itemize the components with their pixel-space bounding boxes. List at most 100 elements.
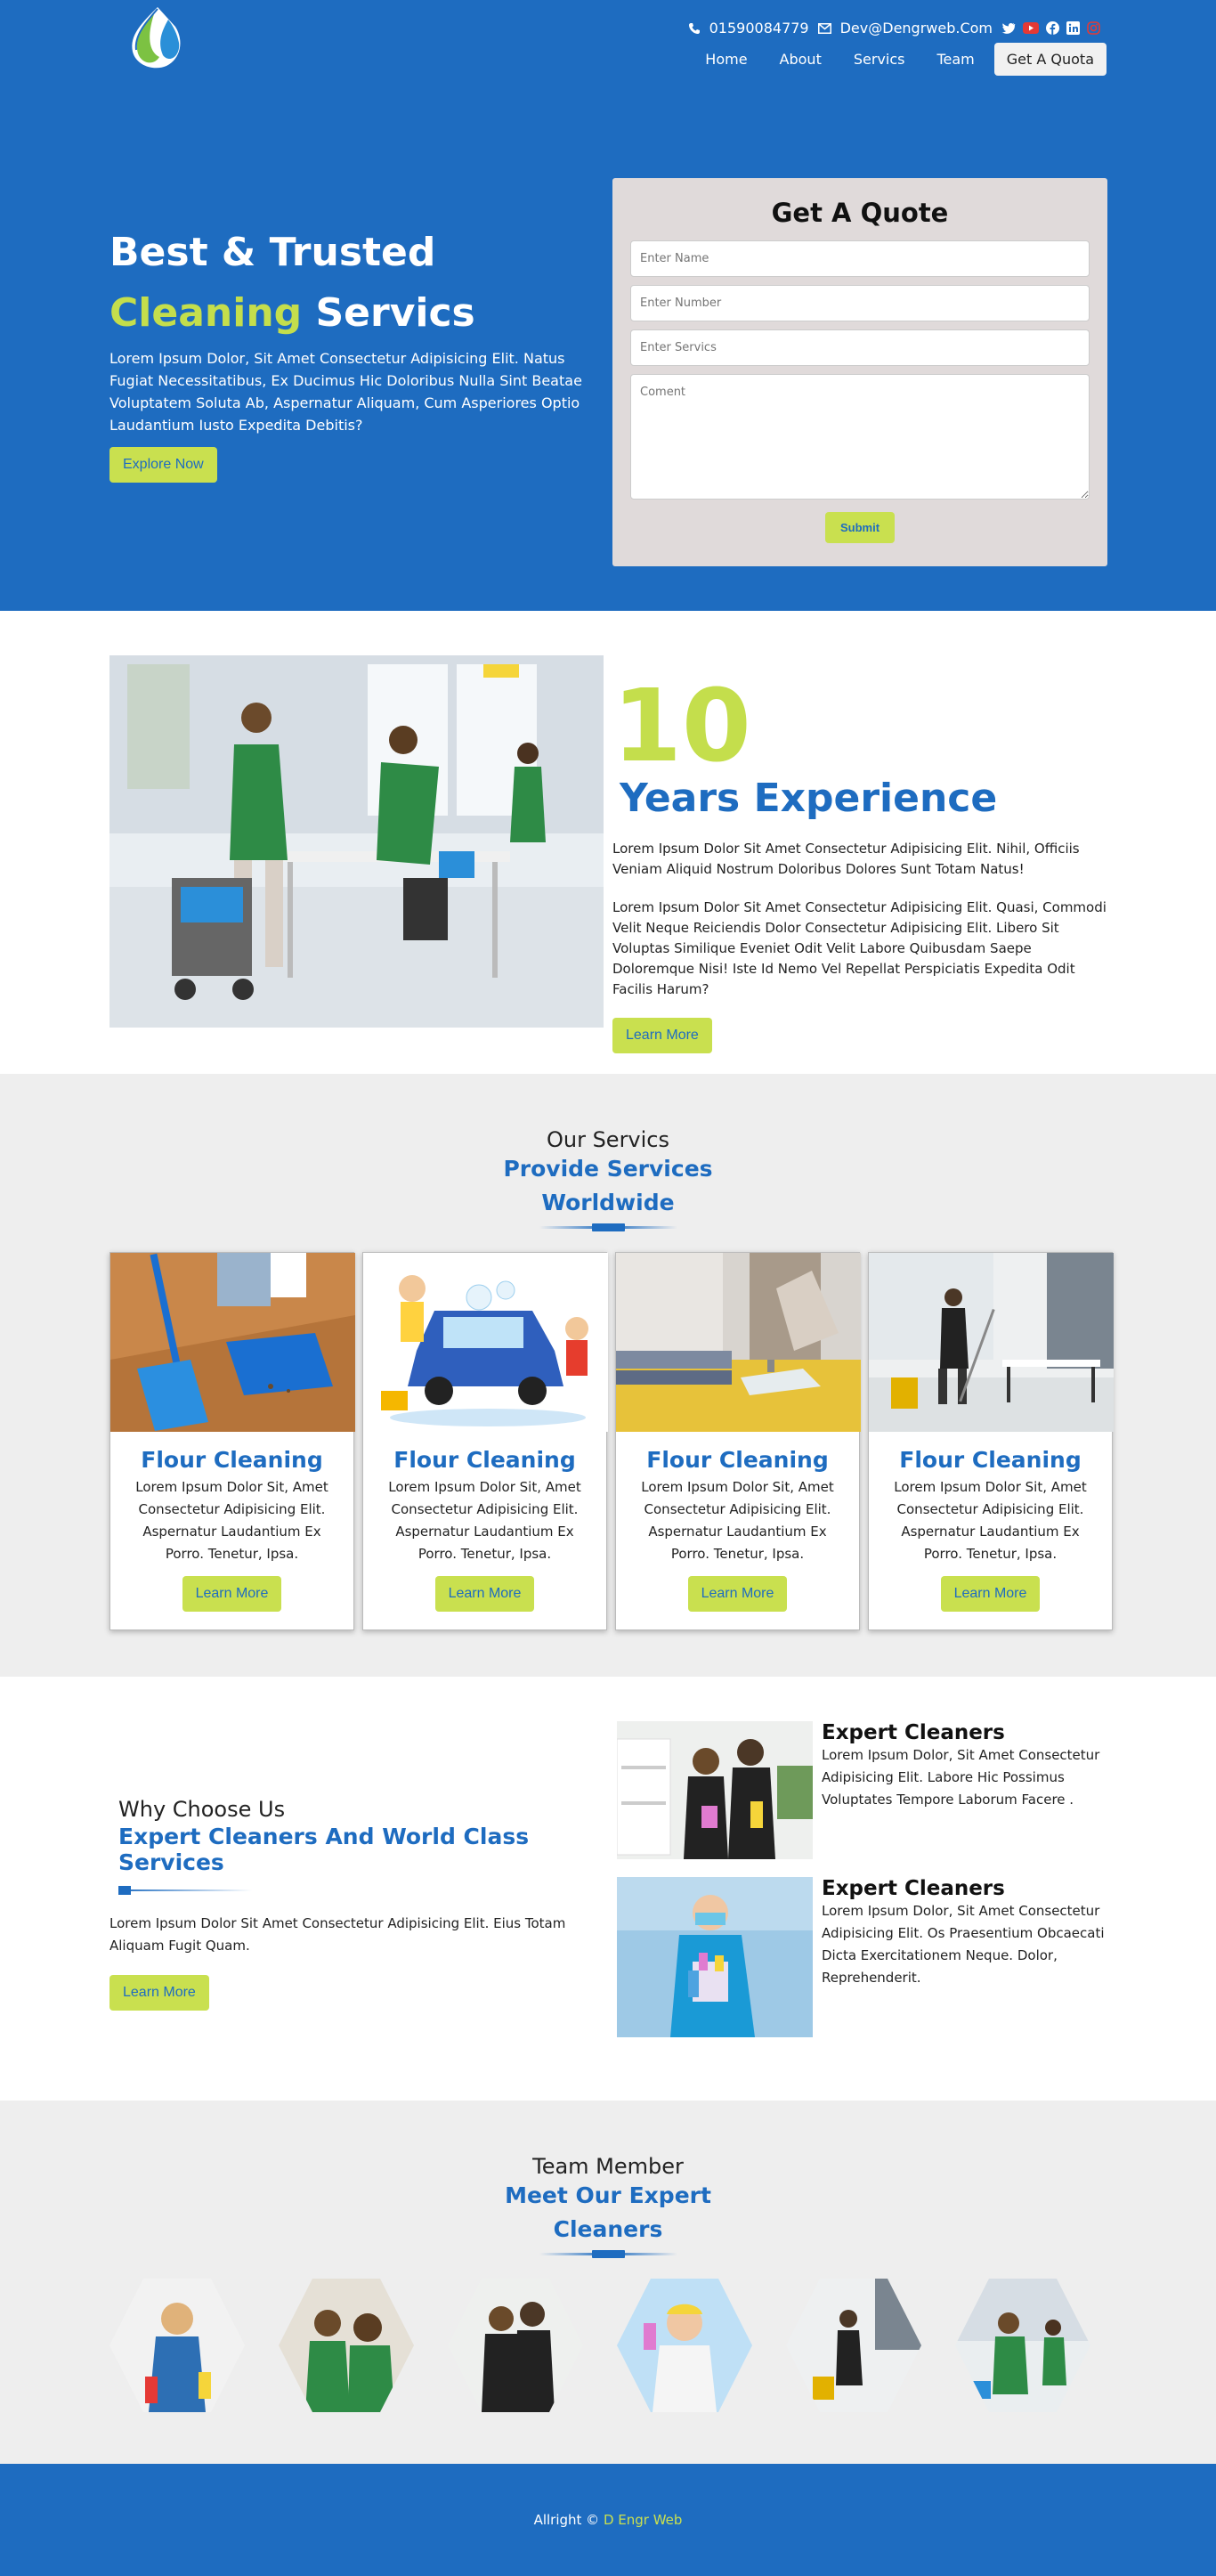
- team-member-photo[interactable]: [109, 2279, 245, 2412]
- team-title-line2: Cleaners: [553, 2216, 663, 2242]
- contact-bar: 01590084779 Dev@Dengrweb.Com: [688, 20, 1100, 37]
- ironing-photo: [616, 1253, 861, 1432]
- get-quota-button[interactable]: Get A Quota: [993, 43, 1107, 76]
- why-items: Expert Cleaners Lorem Ipsum Dolor, Sit A…: [617, 1721, 1115, 2055]
- services-title-line2: Worldwide: [541, 1190, 675, 1215]
- why-description: Lorem Ipsum Dolor Sit Amet Consectetur A…: [109, 1915, 566, 1954]
- why-text: Why Choose Us Expert Cleaners And World …: [109, 1797, 608, 2011]
- nav-team[interactable]: Team: [924, 43, 986, 76]
- mail-icon: [817, 22, 831, 34]
- team-title-line1: Meet Our Expert: [505, 2182, 711, 2208]
- services-section: Our Servics Provide Services Worldwide F…: [0, 1074, 1216, 1677]
- hero-text: Best & Trusted Cleaning Servics Lorem Ip…: [109, 223, 608, 483]
- experience-paragraph-1: Lorem Ipsum Dolor Sit Amet Consectetur A…: [612, 841, 1080, 877]
- instagram-icon[interactable]: [1087, 21, 1100, 35]
- team-member-photo[interactable]: [448, 2279, 583, 2412]
- experience-paragraph-2: Lorem Ipsum Dolor Sit Amet Consectetur A…: [612, 899, 1107, 997]
- experience-number: 10: [612, 669, 751, 784]
- service-card-text: Lorem Ipsum Dolor Sit, Amet Consectetur …: [388, 1479, 581, 1562]
- site-footer: Allright © D Engr Web: [0, 2464, 1216, 2576]
- team-member-photo[interactable]: [617, 2279, 752, 2412]
- service-learn-more-button[interactable]: Learn More: [434, 1576, 535, 1612]
- number-input[interactable]: [630, 285, 1090, 321]
- services-subtitle: Our Servics: [546, 1127, 670, 1152]
- why-item-title: Expert Cleaners: [822, 1721, 1005, 1744]
- service-card: Flour Cleaning Lorem Ipsum Dolor Sit, Am…: [615, 1252, 861, 1630]
- hero-section: Best & Trusted Cleaning Servics Lorem Ip…: [0, 89, 1216, 611]
- quote-form: Get A Quote Submit: [612, 178, 1107, 566]
- phone-number[interactable]: 01590084779: [709, 20, 809, 37]
- hero-title-line2: Cleaning Servics: [109, 283, 608, 344]
- heading-underline: [539, 2250, 677, 2258]
- why-title: Expert Cleaners And World Class Services: [118, 1824, 530, 1875]
- service-card: Flour Cleaning Lorem Ipsum Dolor Sit, Am…: [868, 1252, 1114, 1630]
- services-heading: Our Servics Provide Services Worldwide: [0, 1074, 1216, 1231]
- services-title-line1: Provide Services: [503, 1156, 713, 1182]
- nav-about[interactable]: About: [767, 43, 834, 76]
- service-card-title: Flour Cleaning: [646, 1447, 829, 1473]
- team-section: Team Member Meet Our Expert Cleaners: [0, 2101, 1216, 2464]
- why-item: Expert Cleaners Lorem Ipsum Dolor, Sit A…: [617, 1877, 1115, 2037]
- cleaner-supplies-photo: [617, 1877, 813, 2037]
- cleaning-team-photo: [109, 655, 604, 1028]
- name-input[interactable]: [630, 240, 1090, 277]
- nav-services[interactable]: Servics: [841, 43, 918, 76]
- twitter-icon[interactable]: [1001, 22, 1016, 35]
- why-item-text: Expert Cleaners Lorem Ipsum Dolor, Sit A…: [813, 1877, 1115, 2037]
- team-member-photo[interactable]: [955, 2279, 1090, 2412]
- copyright-text: Allright ©: [533, 2512, 600, 2528]
- experience-text: 10Years Experience Lorem Ipsum Dolor Sit…: [612, 669, 1111, 1053]
- why-item-title: Expert Cleaners: [822, 1877, 1005, 1900]
- quote-form-title: Get A Quote: [771, 198, 949, 228]
- hero-title-rest: Servics: [315, 290, 475, 336]
- experience-section: 10Years Experience Lorem Ipsum Dolor Sit…: [0, 611, 1216, 1074]
- service-card-text: Lorem Ipsum Dolor Sit, Amet Consectetur …: [135, 1479, 328, 1562]
- service-learn-more-button[interactable]: Learn More: [182, 1576, 282, 1612]
- team-heading: Team Member Meet Our Expert Cleaners: [0, 2101, 1216, 2258]
- why-item-description: Lorem Ipsum Dolor, Sit Amet Consectetur …: [822, 1903, 1105, 1986]
- cleaners-duo-photo: [617, 1721, 813, 1859]
- broom-sweeping-photo: [110, 1253, 355, 1432]
- experience-learn-more-button[interactable]: Learn More: [612, 1018, 712, 1053]
- team-subtitle: Team Member: [532, 2154, 684, 2179]
- why-item-text: Expert Cleaners Lorem Ipsum Dolor, Sit A…: [813, 1721, 1115, 1859]
- service-learn-more-button[interactable]: Learn More: [687, 1576, 788, 1612]
- heading-underline: [539, 1223, 677, 1231]
- email-address[interactable]: Dev@Dengrweb.Com: [840, 20, 993, 37]
- experience-label: Years Experience: [620, 776, 998, 821]
- service-card-text: Lorem Ipsum Dolor Sit, Amet Consectetur …: [894, 1479, 1087, 1562]
- facebook-icon[interactable]: [1046, 21, 1059, 35]
- service-card-title: Flour Cleaning: [141, 1447, 323, 1473]
- comment-textarea[interactable]: [630, 374, 1090, 500]
- service-card: Flour Cleaning Lorem Ipsum Dolor Sit, Am…: [109, 1252, 355, 1630]
- hero-title-highlight: Cleaning: [109, 290, 303, 336]
- why-underline: [118, 1886, 252, 1895]
- linkedin-icon[interactable]: [1066, 21, 1080, 35]
- team-member-photo[interactable]: [786, 2279, 921, 2412]
- hero-description: Lorem Ipsum Dolor, Sit Amet Consectetur …: [109, 350, 582, 434]
- social-links: [1001, 21, 1100, 35]
- service-card-title: Flour Cleaning: [393, 1447, 576, 1473]
- phone-icon: [688, 22, 701, 35]
- service-learn-more-button[interactable]: Learn More: [940, 1576, 1041, 1612]
- why-item-description: Lorem Ipsum Dolor, Sit Amet Consectetur …: [822, 1747, 1100, 1808]
- footer-brand-link[interactable]: D Engr Web: [604, 2512, 682, 2528]
- nav-home[interactable]: Home: [693, 43, 759, 76]
- youtube-icon[interactable]: [1023, 22, 1039, 34]
- team-member-photo[interactable]: [279, 2279, 414, 2412]
- why-subtitle: Why Choose Us: [118, 1797, 286, 1822]
- site-header: 01590084779 Dev@Dengrweb.Com Home About …: [0, 0, 1216, 89]
- service-input[interactable]: [630, 329, 1090, 366]
- logo-icon[interactable]: [122, 2, 193, 71]
- office-cleaning-photo: [869, 1253, 1114, 1432]
- why-learn-more-button[interactable]: Learn More: [109, 1975, 209, 2011]
- explore-now-button[interactable]: Explore Now: [109, 447, 217, 483]
- service-cards: Flour Cleaning Lorem Ipsum Dolor Sit, Am…: [109, 1252, 1114, 1630]
- submit-button[interactable]: Submit: [824, 512, 896, 543]
- main-nav: Home About Servics Team Get A Quota: [693, 43, 1107, 76]
- service-card-text: Lorem Ipsum Dolor Sit, Amet Consectetur …: [641, 1479, 834, 1562]
- team-members: [109, 2279, 1090, 2412]
- why-choose-us-section: Why Choose Us Expert Cleaners And World …: [0, 1677, 1216, 2101]
- hero-title-line1: Best & Trusted: [109, 230, 436, 275]
- why-item: Expert Cleaners Lorem Ipsum Dolor, Sit A…: [617, 1721, 1115, 1859]
